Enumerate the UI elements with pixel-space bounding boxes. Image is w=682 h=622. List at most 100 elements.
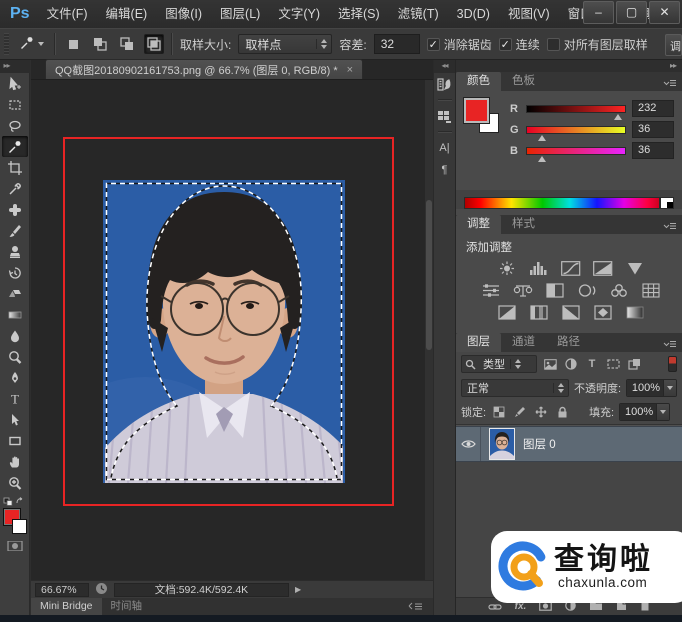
layer-name[interactable]: 图层 0	[523, 436, 556, 452]
adjustment-color-balance-icon[interactable]	[512, 282, 534, 298]
zoom-level-field[interactable]: 66.67%	[35, 583, 89, 597]
selection-mode-new-button[interactable]	[63, 34, 83, 54]
tool-clone-stamp[interactable]	[2, 241, 28, 262]
layer-row-0[interactable]: 图层 0	[456, 426, 682, 462]
photo-image[interactable]	[103, 180, 345, 483]
menu-edit[interactable]: 编辑(E)	[97, 0, 157, 28]
panel-menu-icon[interactable]	[662, 77, 677, 91]
adjustment-posterize-icon[interactable]	[528, 304, 550, 320]
background-color-swatch[interactable]	[12, 519, 27, 534]
canvas-vertical-scrollbar[interactable]	[425, 80, 433, 580]
adjustment-hue-saturation-icon[interactable]	[480, 282, 502, 298]
tool-spot-healing-brush[interactable]	[2, 199, 28, 220]
menu-select[interactable]: 选择(S)	[329, 0, 389, 28]
document-tab[interactable]: QQ截图20180902161753.png @ 66.7% (图层 0, RG…	[45, 59, 363, 79]
slider-thumb[interactable]	[538, 135, 546, 141]
tool-preset-picker[interactable]	[16, 33, 47, 56]
lock-all-icon[interactable]	[554, 406, 570, 418]
sample-all-layers-option[interactable]: 对所有图层取样	[547, 36, 648, 53]
quick-mask-button[interactable]	[7, 540, 23, 554]
adjustment-selective-color-icon[interactable]	[592, 304, 614, 320]
tool-eyedropper[interactable]	[2, 178, 28, 199]
menu-filter[interactable]: 滤镜(T)	[389, 0, 448, 28]
green-slider[interactable]	[526, 126, 626, 134]
tab-timeline[interactable]: 时间轴	[102, 598, 152, 615]
red-slider[interactable]	[526, 105, 626, 113]
tool-dodge[interactable]	[2, 346, 28, 367]
tool-rectangle-shape[interactable]	[2, 430, 28, 451]
mini-bridge-panel-icon[interactable]	[435, 105, 455, 127]
tool-crop[interactable]	[2, 157, 28, 178]
chevron-down-icon[interactable]	[663, 380, 676, 396]
color-spectrum-ramp[interactable]	[464, 197, 660, 209]
tab-close-icon[interactable]: ×	[347, 64, 353, 76]
tab-mini-bridge[interactable]: Mini Bridge	[31, 598, 102, 615]
adjustment-vibrance-icon[interactable]	[624, 260, 646, 276]
collapse-chevron-icon[interactable]: ▸▸	[456, 60, 682, 72]
tool-brush[interactable]	[2, 220, 28, 241]
chevron-down-icon[interactable]	[656, 404, 669, 420]
refine-edge-button-partial[interactable]: 调整	[665, 34, 682, 56]
tool-history-brush[interactable]	[2, 262, 28, 283]
lock-transparent-pixels-icon[interactable]	[491, 406, 507, 418]
tool-path-selection[interactable]	[2, 409, 28, 430]
tool-type[interactable]: T	[2, 388, 28, 409]
foreground-color-swatch[interactable]	[464, 98, 489, 123]
filter-adjustment-layers-icon[interactable]	[563, 358, 579, 370]
canvas-area[interactable]	[31, 80, 433, 580]
lock-position-icon[interactable]	[533, 406, 549, 418]
adjustment-levels-icon[interactable]	[528, 260, 550, 276]
maximize-button[interactable]: ▢	[616, 1, 647, 24]
tab-channels[interactable]: 通道	[501, 333, 546, 352]
selection-mode-intersect-button[interactable]	[144, 34, 164, 54]
adjustment-curves-icon[interactable]	[560, 260, 582, 276]
minimize-button[interactable]: –	[583, 1, 614, 24]
lock-image-pixels-icon[interactable]	[512, 406, 528, 418]
collapse-chevron-icon[interactable]: ◂◂	[434, 60, 456, 73]
tool-gradient[interactable]	[2, 304, 28, 325]
spectrum-endcap[interactable]	[660, 197, 674, 209]
slider-thumb[interactable]	[614, 114, 622, 120]
tool-lasso[interactable]	[2, 115, 28, 136]
menu-type[interactable]: 文字(Y)	[269, 0, 329, 28]
filter-type-layers-icon[interactable]: T	[584, 358, 600, 370]
green-value-field[interactable]: 36	[632, 121, 674, 138]
history-panel-icon[interactable]	[435, 73, 455, 95]
adjustment-gradient-map-icon[interactable]	[624, 304, 646, 320]
opacity-field[interactable]: 100%	[626, 379, 677, 397]
blue-value-field[interactable]: 36	[632, 142, 674, 159]
adjustment-black-white-icon[interactable]	[544, 282, 566, 298]
tool-magic-wand[interactable]	[2, 136, 28, 157]
tab-color[interactable]: 颜色	[456, 72, 501, 91]
filter-smart-objects-icon[interactable]	[626, 358, 642, 370]
panel-menu-icon[interactable]	[662, 220, 677, 234]
close-button[interactable]: ✕	[649, 1, 680, 24]
tool-blur[interactable]	[2, 325, 28, 346]
checkbox-checked-icon[interactable]: ✓	[427, 38, 440, 51]
tab-styles[interactable]: 样式	[501, 215, 546, 234]
tool-hand[interactable]	[2, 451, 28, 472]
adjustment-photo-filter-icon[interactable]	[576, 282, 598, 298]
tool-rectangular-marquee[interactable]	[2, 94, 28, 115]
blend-mode-select[interactable]: 正常	[461, 379, 569, 397]
menu-layer[interactable]: 图层(L)	[211, 0, 269, 28]
panel-menu-icon[interactable]	[408, 600, 423, 614]
tool-eraser[interactable]	[2, 283, 28, 304]
adjustment-threshold-icon[interactable]	[560, 304, 582, 320]
tab-swatches[interactable]: 色板	[501, 72, 546, 91]
selection-mode-subtract-button[interactable]	[117, 34, 137, 54]
adjustment-channel-mixer-icon[interactable]	[608, 282, 630, 298]
contiguous-option[interactable]: ✓ 连续	[499, 36, 540, 53]
adjustment-invert-icon[interactable]	[496, 304, 518, 320]
filter-shape-layers-icon[interactable]	[605, 359, 621, 369]
status-flyout-arrow-icon[interactable]: ▶	[295, 585, 301, 594]
filter-pixel-layers-icon[interactable]	[542, 359, 558, 370]
slider-thumb[interactable]	[538, 156, 546, 162]
tool-move[interactable]	[2, 73, 28, 94]
sample-size-select[interactable]: 取样点	[238, 34, 332, 54]
menu-view[interactable]: 视图(V)	[499, 0, 559, 28]
character-panel-icon[interactable]: A|	[435, 137, 455, 159]
fill-field[interactable]: 100%	[619, 403, 670, 421]
tab-paths[interactable]: 路径	[546, 333, 591, 352]
red-value-field[interactable]: 232	[632, 100, 674, 117]
